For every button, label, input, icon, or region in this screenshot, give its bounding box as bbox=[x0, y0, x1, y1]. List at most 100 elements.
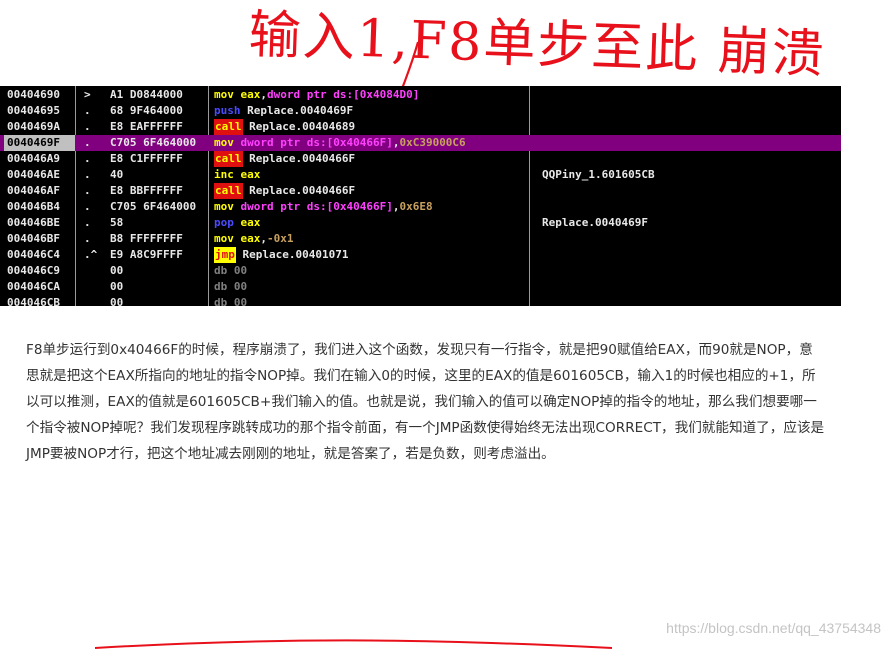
flow-marker-cell: . bbox=[84, 232, 91, 245]
asm-token bbox=[234, 168, 241, 181]
disasm-row[interactable]: 00404695. 68 9F464000 push Replace.0040469… bbox=[0, 103, 841, 119]
disasm-row[interactable]: 0040469A. E8 EAFFFFFF call Replace.0040468… bbox=[0, 119, 841, 135]
address-cell: 004046CB bbox=[7, 296, 60, 306]
article-paragraph: F8单步运行到0x40466F的时候，程序崩溃了，我们进入这个函数，发现只有一行… bbox=[26, 342, 825, 462]
flow-marker-cell: . bbox=[84, 104, 91, 117]
asm-token: mov bbox=[214, 136, 234, 149]
asm-token: jmp bbox=[214, 247, 236, 263]
disassembly-cell: mov dword ptr ds:[0x40466F],0xC39000C6 bbox=[214, 135, 528, 151]
disassembly-cell: inc eax bbox=[214, 167, 528, 183]
asm-token bbox=[234, 136, 241, 149]
disasm-row[interactable]: 004046CB 00 db 00 bbox=[0, 295, 841, 306]
disasm-row[interactable]: 0040469F. C705 6F464000 mov dword ptr ds:[… bbox=[0, 135, 841, 151]
disassembly-cell: db 00 bbox=[214, 279, 528, 295]
address-cell: 004046AF bbox=[7, 184, 60, 197]
asm-token: call bbox=[214, 183, 243, 199]
asm-token: call bbox=[214, 119, 243, 135]
asm-token: 0xC39000C6 bbox=[399, 136, 466, 149]
hex-bytes-cell: E8 EAFFFFFF bbox=[110, 120, 183, 133]
address-cell: 0040469A bbox=[7, 120, 60, 133]
disassembly-cell: db 00 bbox=[214, 295, 528, 306]
hex-bytes-cell: 00 bbox=[110, 296, 124, 306]
disasm-row[interactable]: 004046AF. E8 BBFFFFFF call Replace.0040466… bbox=[0, 183, 841, 199]
address-cell: 0040469F bbox=[4, 135, 75, 151]
hex-bytes-cell: B8 FFFFFFFF bbox=[110, 232, 183, 245]
asm-token bbox=[234, 200, 241, 213]
asm-token: eax bbox=[240, 216, 261, 229]
asm-token: Replace.0040466F bbox=[242, 152, 356, 165]
asm-token: db 00 bbox=[214, 264, 248, 277]
asm-token: eax bbox=[240, 88, 261, 101]
address-cell: 00404690 bbox=[7, 88, 60, 101]
disassembly-cell: call Replace.0040466F bbox=[214, 183, 528, 199]
asm-token: , bbox=[260, 232, 267, 245]
comment-cell: Replace.0040469F bbox=[542, 216, 648, 229]
hex-bytes-cell: 68 9F464000 bbox=[110, 104, 183, 117]
flow-marker-cell: . bbox=[84, 136, 91, 149]
disasm-row[interactable]: 004046B4. C705 6F464000 mov dword ptr ds:[… bbox=[0, 199, 841, 215]
asm-token: dword ptr ds:[0x4084D0] bbox=[267, 88, 420, 101]
address-cell: 004046C4 bbox=[7, 248, 60, 261]
disassembly-cell: push Replace.0040469F bbox=[214, 103, 528, 119]
asm-token: Replace.00404689 bbox=[242, 120, 356, 133]
asm-token: call bbox=[214, 151, 243, 167]
address-cell: 004046BF bbox=[7, 232, 60, 245]
annotation-underline bbox=[94, 639, 613, 649]
disassembly-cell: mov eax,dword ptr ds:[0x4084D0] bbox=[214, 87, 528, 103]
disasm-row[interactable]: 004046BF. B8 FFFFFFFF mov eax,-0x1 bbox=[0, 231, 841, 247]
asm-token: Replace.0040466F bbox=[242, 184, 356, 197]
flow-marker-cell: .^ bbox=[84, 248, 98, 261]
disasm-row[interactable]: 004046AE. 40 inc eax QQPiny_1.601605CB bbox=[0, 167, 841, 183]
asm-token: Replace.00401071 bbox=[235, 248, 349, 261]
hex-bytes-cell: E8 BBFFFFFF bbox=[110, 184, 183, 197]
asm-token: -0x1 bbox=[267, 232, 294, 245]
comment-cell: QQPiny_1.601605CB bbox=[542, 168, 655, 181]
asm-token: db 00 bbox=[214, 296, 248, 306]
disasm-row[interactable]: 004046C4 .^ E9 A8C9FFFF jmp Replace.0040107… bbox=[0, 247, 841, 263]
flow-marker-cell: . bbox=[84, 152, 91, 165]
disassembly-cell: db 00 bbox=[214, 263, 528, 279]
asm-token bbox=[234, 88, 241, 101]
asm-token: 0x6E8 bbox=[399, 200, 433, 213]
disassembly-pane[interactable]: 00404690 > A1 D0844000 mov eax,dword ptr ds… bbox=[0, 86, 841, 306]
asm-token: inc bbox=[214, 168, 234, 181]
disasm-row[interactable]: 004046CA 00 db 00 bbox=[0, 279, 841, 295]
hex-bytes-cell: E9 A8C9FFFF bbox=[110, 248, 183, 261]
asm-token: push bbox=[214, 104, 241, 117]
asm-token: pop bbox=[214, 216, 234, 229]
disasm-row[interactable]: 00404690 > A1 D0844000 mov eax,dword ptr ds… bbox=[0, 87, 841, 103]
hex-bytes-cell: 00 bbox=[110, 280, 124, 293]
asm-token: dword ptr ds:[0x40466F] bbox=[240, 200, 393, 213]
address-cell: 004046AE bbox=[7, 168, 60, 181]
address-cell: 00404695 bbox=[7, 104, 60, 117]
disasm-row[interactable]: 004046BE. 58 pop eax Replace.0040469F bbox=[0, 215, 841, 231]
hex-bytes-cell: A1 D0844000 bbox=[110, 88, 183, 101]
hex-bytes-cell: 40 bbox=[110, 168, 124, 181]
flow-marker-cell: > bbox=[84, 88, 91, 101]
flow-marker-cell: . bbox=[84, 168, 91, 181]
asm-token: eax bbox=[240, 232, 261, 245]
asm-token: , bbox=[260, 88, 267, 101]
asm-token: mov bbox=[214, 200, 234, 213]
flow-marker-cell: . bbox=[84, 216, 91, 229]
asm-token: mov bbox=[214, 88, 234, 101]
hex-bytes-cell: 58 bbox=[110, 216, 124, 229]
hex-bytes-cell: E8 C1FFFFFF bbox=[110, 152, 183, 165]
flow-marker-cell: . bbox=[84, 200, 91, 213]
asm-token: Replace.0040469F bbox=[240, 104, 354, 117]
asm-token bbox=[234, 232, 241, 245]
flow-marker-cell: . bbox=[84, 184, 91, 197]
address-cell: 004046A9 bbox=[7, 152, 60, 165]
asm-token bbox=[234, 216, 241, 229]
hex-bytes-cell: C705 6F464000 bbox=[110, 136, 197, 149]
disassembly-cell: mov dword ptr ds:[0x40466F],0x6E8 bbox=[214, 199, 528, 215]
disassembly-cell: call Replace.00404689 bbox=[214, 119, 528, 135]
hex-bytes-cell: C705 6F464000 bbox=[110, 200, 197, 213]
disasm-row[interactable]: 004046A9. E8 C1FFFFFF call Replace.0040466… bbox=[0, 151, 841, 167]
address-cell: 004046B4 bbox=[7, 200, 60, 213]
address-cell: 004046CA bbox=[7, 280, 60, 293]
asm-token: mov bbox=[214, 232, 234, 245]
disasm-row[interactable]: 004046C9 00 db 00 bbox=[0, 263, 841, 279]
disassembly-cell: mov eax,-0x1 bbox=[214, 231, 528, 247]
hex-bytes-cell: 00 bbox=[110, 264, 124, 277]
